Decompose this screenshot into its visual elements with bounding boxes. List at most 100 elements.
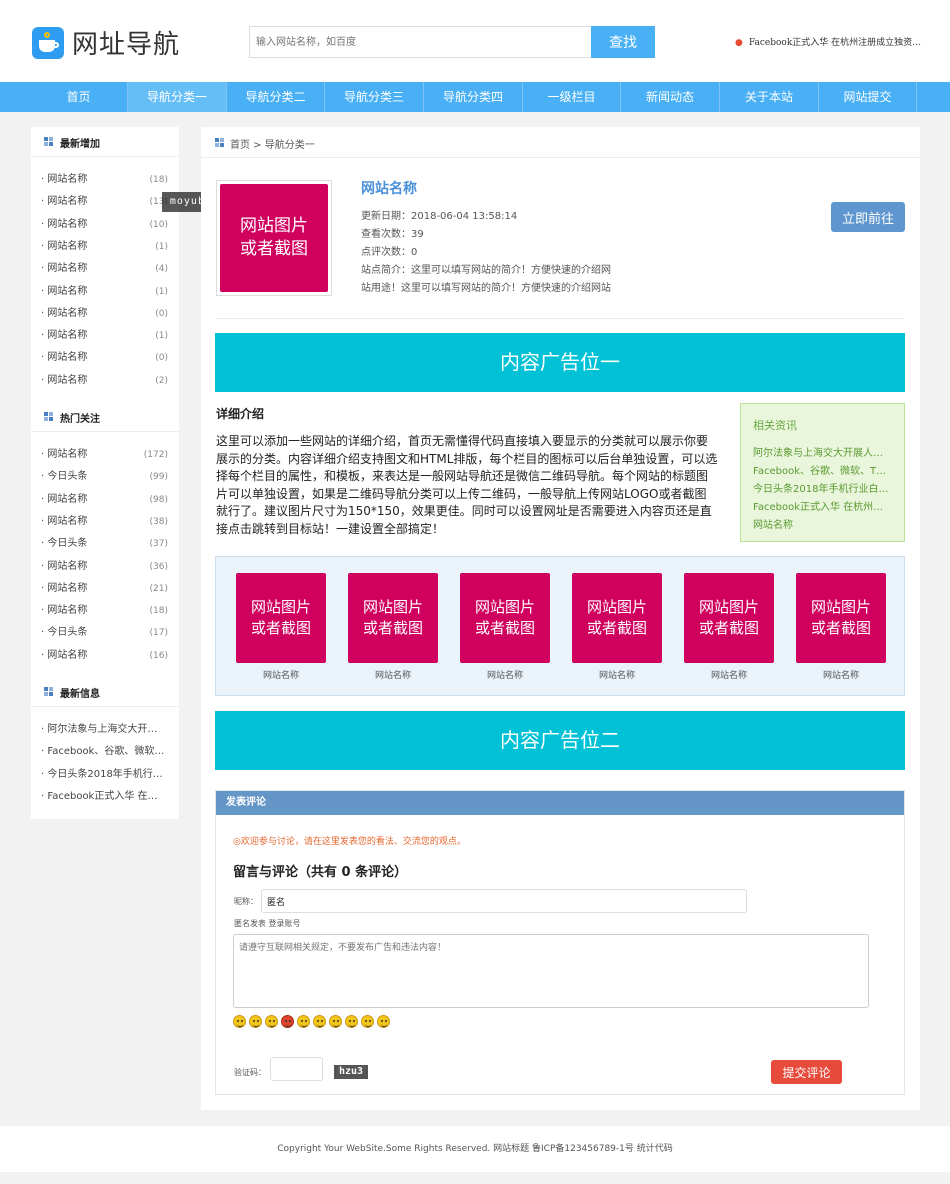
sidebar-list-item[interactable]: · 今日头条2018年手机行… <box>41 764 171 786</box>
emoji-icon[interactable] <box>313 1015 326 1028</box>
grid-icon <box>215 138 224 147</box>
visit-site-button[interactable]: 立即前往 <box>831 202 905 232</box>
sidebar-item-name: 阿尔法象与上海交大开… <box>47 724 158 735</box>
sidebar-list-item[interactable]: · 网站名称 (21) <box>41 578 171 600</box>
gallery-item[interactable]: 网站图片 或者截图 网站名称 <box>236 573 326 681</box>
nav-item[interactable]: 导航分类三 <box>325 82 424 112</box>
related-item[interactable]: Facebook正式入华 在杭州… <box>753 498 893 513</box>
comment-section: 发表评论 ◎欢迎参与讨论，请在这里发表您的看法、交流您的观点。 留言与评论（共有… <box>215 790 905 1095</box>
sidebar-item-count: (17) <box>149 628 168 639</box>
emoji-icon[interactable] <box>297 1015 310 1028</box>
grid-icon <box>44 412 53 421</box>
sidebar-list-item[interactable]: · 网站名称 (18) <box>41 600 171 622</box>
ad-banner-1[interactable]: 内容广告位一 <box>215 333 905 392</box>
gallery-item[interactable]: 网站图片 或者截图 网站名称 <box>572 573 662 681</box>
nav-item[interactable]: 导航分类一 <box>128 82 227 112</box>
logo[interactable]: 网址导航 <box>32 24 180 61</box>
gallery-name: 网站名称 <box>598 671 635 681</box>
emoji-icon[interactable] <box>345 1015 358 1028</box>
sidebar-item-count: (18) <box>149 175 168 185</box>
related-item[interactable]: 今日头条2018年手机行业白… <box>753 480 893 495</box>
sidebar-list-item[interactable]: · 网站名称 (38) <box>41 511 171 533</box>
emoji-icon[interactable] <box>233 1015 246 1028</box>
gallery-item[interactable]: 网站图片 或者截图 网站名称 <box>796 573 886 681</box>
sidebar-list-item[interactable]: · 网站名称 (13) <box>41 191 171 213</box>
sidebar-item-name: Facebook、谷歌、微软… <box>47 746 165 758</box>
sidebar-item-count: (1) <box>155 241 168 252</box>
sidebar-item-count: (37) <box>149 539 168 550</box>
related-item[interactable]: 阿尔法象与上海交大开展人… <box>753 444 893 459</box>
related-item[interactable]: 网站名称 <box>753 516 893 531</box>
sidebar-item-name: 网站名称 <box>47 330 88 342</box>
search-input[interactable] <box>249 26 591 58</box>
captcha-image[interactable]: hzu3 <box>334 1065 368 1079</box>
sidebar-list-item[interactable]: · 网站名称 (1) <box>41 281 171 303</box>
sidebar-item-name: 今日头条 <box>47 471 88 483</box>
sidebar-item-name: 网站名称 <box>47 263 88 275</box>
emoji-icon[interactable] <box>265 1015 278 1028</box>
sidebar-list-item[interactable]: · 网站名称 (98) <box>41 489 171 511</box>
nav-item[interactable]: 新闻动态 <box>621 82 720 112</box>
submit-comment-button[interactable]: 提交评论 <box>771 1060 842 1084</box>
emoji-icon[interactable] <box>281 1015 294 1028</box>
gallery-item[interactable]: 网站图片 或者截图 网站名称 <box>684 573 774 681</box>
nav-item[interactable]: 导航分类四 <box>424 82 523 112</box>
gallery-thumbnail: 网站图片 或者截图 <box>572 573 662 663</box>
sidebar-list-item[interactable]: · 网站名称 (1) <box>41 236 171 258</box>
nav-item[interactable]: 首页 <box>30 82 128 112</box>
sidebar-list-item[interactable]: · Facebook、谷歌、微软… <box>41 741 171 763</box>
captcha-label: 验证码： <box>234 1068 266 1077</box>
footer: Copyright Your WebSite.Some Rights Reser… <box>0 1126 950 1172</box>
emoji-icon[interactable] <box>249 1015 262 1028</box>
site-gallery: 网站图片 或者截图 网站名称 网站图片 或者截图 网站名称 网站图片 或者截图 … <box>215 556 905 696</box>
comment-welcome: ◎欢迎参与讨论，请在这里发表您的看法、交流您的观点。 <box>233 837 466 847</box>
nav-item[interactable]: 关于本站 <box>720 82 819 112</box>
sidebar-list-item[interactable]: · 今日头条 (37) <box>41 533 171 555</box>
site-intro-line1: 站点简介：这里可以填写网站的简介！方便快速的介绍网 <box>361 265 611 276</box>
nav-item[interactable]: 一级栏目 <box>523 82 621 112</box>
site-title[interactable]: 网站名称 <box>361 178 417 198</box>
bullet-icon: ● <box>735 38 743 48</box>
emoji-icon[interactable] <box>377 1015 390 1028</box>
sidebar-list-item[interactable]: · 今日头条 (99) <box>41 466 171 488</box>
emoji-icon[interactable] <box>329 1015 342 1028</box>
sidebar-list-item[interactable]: · 网站名称 (172) <box>41 444 171 466</box>
comment-textarea[interactable] <box>233 934 869 1008</box>
gallery-item[interactable]: 网站图片 或者截图 网站名称 <box>460 573 550 681</box>
sidebar-list-item[interactable]: · Facebook正式入华 在… <box>41 786 171 808</box>
sidebar-list-item[interactable]: · 网站名称 (2) <box>41 370 171 392</box>
sidebar-list-item[interactable]: · 网站名称 (36) <box>41 556 171 578</box>
sidebar-list-item[interactable]: · 今日头条 (17) <box>41 622 171 644</box>
sidebar-list-item[interactable]: · 网站名称 (10) <box>41 214 171 236</box>
cup-icon <box>32 26 64 59</box>
gallery-name: 网站名称 <box>822 671 859 681</box>
sidebar-list-item[interactable]: · 阿尔法象与上海交大开… <box>41 719 171 741</box>
sidebar-list-item[interactable]: · 网站名称 (1) <box>41 325 171 347</box>
sidebar-list-item[interactable]: · 网站名称 (16) <box>41 645 171 667</box>
site-thumbnail: 网站图片 或者截图 <box>220 184 328 292</box>
breadcrumb-text[interactable]: 首页 > 导航分类一 <box>230 136 315 151</box>
sidebar-list-item[interactable]: · 网站名称 (18) <box>41 169 171 191</box>
sidebar-list-item[interactable]: · 网站名称 (0) <box>41 303 171 325</box>
ad-banner-2[interactable]: 内容广告位二 <box>215 711 905 770</box>
sidebar-list-item[interactable]: · 网站名称 (4) <box>41 258 171 280</box>
nav-item[interactable]: 导航分类二 <box>227 82 325 112</box>
sidebar-list-item[interactable]: · 网站名称 (0) <box>41 347 171 369</box>
news-ticker[interactable]: ● Facebook正式入华 在杭州注册成立独资… <box>735 35 921 48</box>
sidebar-item-count: (18) <box>149 606 168 617</box>
captcha-input[interactable] <box>270 1057 323 1081</box>
anon-login-links[interactable]: 匿名发表 登录账号 <box>234 918 301 929</box>
gallery-name: 网站名称 <box>262 671 299 681</box>
emoji-icon[interactable] <box>361 1015 374 1028</box>
search-button[interactable]: 查找 <box>591 26 655 58</box>
divider <box>216 318 905 319</box>
nickname-input[interactable] <box>261 889 747 913</box>
sidebar-item-count: (1) <box>155 331 168 342</box>
gallery-item[interactable]: 网站图片 或者截图 网站名称 <box>348 573 438 681</box>
sidebar-item-name: 网站名称 <box>47 352 88 364</box>
nav-item[interactable]: 网站提交 <box>819 82 917 112</box>
search-bar: 查找 <box>249 26 655 58</box>
sidebar-item-count: (0) <box>155 353 168 364</box>
gallery-thumbnail: 网站图片 或者截图 <box>236 573 326 663</box>
related-item[interactable]: Facebook、谷歌、微软、T… <box>753 462 893 477</box>
